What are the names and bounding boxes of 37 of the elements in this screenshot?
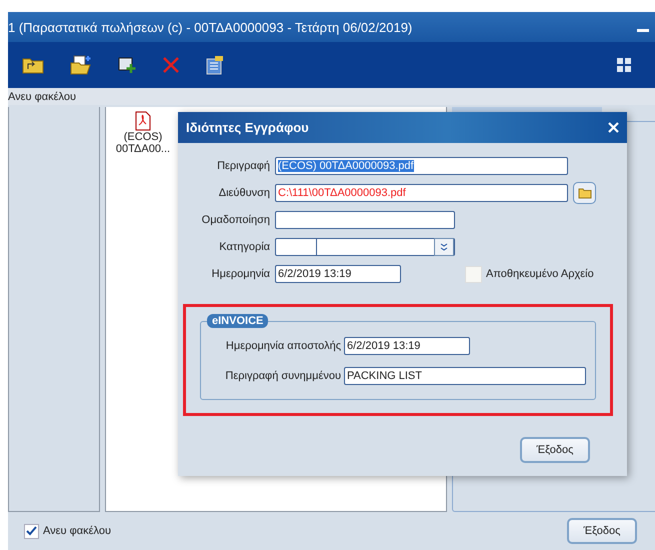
checkbox-label: Ανευ φακέλου (43, 525, 111, 537)
group-title: eINVOICE (207, 314, 268, 328)
folder-icon (578, 188, 592, 198)
date-field[interactable]: 6/2/2019 13:19 (275, 265, 401, 283)
field-label: Περιγραφή (216, 160, 271, 172)
checkbox[interactable] (465, 266, 482, 282)
browse-button[interactable] (573, 182, 596, 204)
file-item[interactable]: (ECOS) 00ΤΔΑ00... (112, 111, 174, 155)
category-dropdown[interactable] (275, 238, 455, 256)
checkbox[interactable] (24, 524, 39, 538)
input-field[interactable]: C:\111\00ΤΔΑ0000093.pdf (275, 184, 568, 202)
pdf-file-icon (135, 111, 151, 131)
window-title: 1 (Παραστατικά πωλήσεων (c) - 00ΤΔΑ0000093 - Τετάρτη 06/02/2019) (8, 20, 412, 34)
dropdown-icon[interactable] (434, 238, 454, 256)
field-label: Ημερομηνία (210, 268, 271, 280)
open-folder-icon[interactable] (70, 55, 92, 75)
add-document-icon[interactable] (118, 56, 136, 74)
field-label: Διεύθυνση (218, 187, 271, 199)
field-label: Κατηγορία (218, 241, 271, 253)
minimize-icon[interactable] (637, 29, 649, 33)
close-icon[interactable] (608, 122, 619, 133)
exit-button[interactable]: Έξοδος (520, 437, 590, 463)
properties-icon[interactable] (206, 55, 224, 75)
exit-button[interactable]: Έξοδος (567, 518, 637, 544)
folder-label: Ανευ φακέλου (8, 90, 76, 102)
checkbox-label: Αποθηκευμένο Αρχείο (486, 268, 594, 280)
file-name: (ECOS) 00ΤΔΑ00... (114, 131, 172, 155)
grid-view-icon[interactable] (617, 58, 631, 72)
field-label: Ημερομηνία αποστολής (224, 340, 342, 352)
date-field[interactable]: 6/2/2019 13:19 (344, 337, 470, 355)
dialog-title: Ιδιότητες Εγγράφου (186, 120, 309, 135)
field-label: Περιγραφή συνημμένου (224, 370, 342, 382)
folder-icon[interactable] (22, 56, 44, 74)
input-field[interactable] (275, 211, 455, 229)
input-field[interactable]: PACKING LIST (344, 367, 586, 385)
field-label: Ομαδοποίηση (200, 214, 271, 226)
input-field[interactable]: (ECOS) 00ΤΔΑ0000093.pdf (275, 157, 568, 175)
